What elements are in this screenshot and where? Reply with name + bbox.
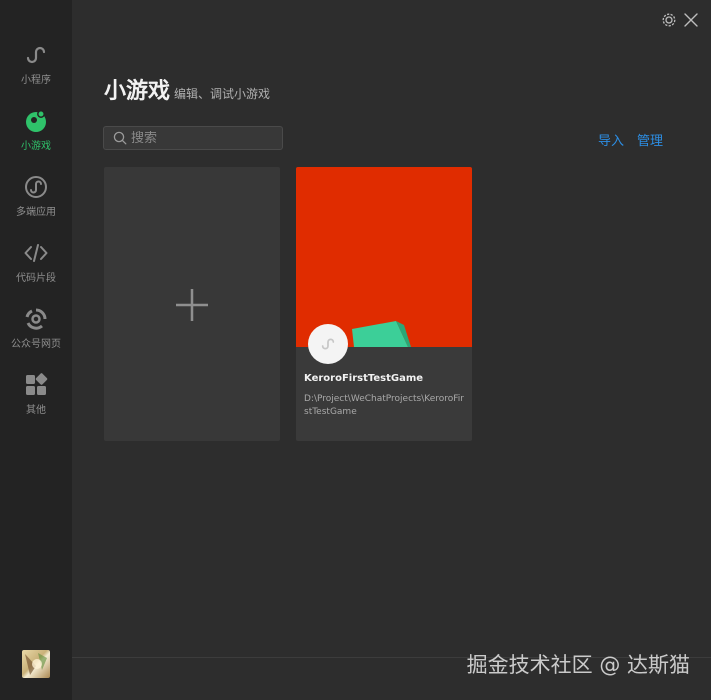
avatar[interactable] [22,650,50,678]
gear-icon[interactable] [660,11,678,29]
mini-program-icon [26,46,46,64]
search-input[interactable] [127,130,271,146]
import-button[interactable]: 导入 [598,130,624,149]
official-account-icon [25,308,47,330]
manage-button[interactable]: 管理 [637,130,663,149]
avatar-image [25,653,47,675]
watermark: 掘金技术社区 @ 达斯猫 [466,653,690,677]
sidebar-item-mini-game[interactable]: 小游戏 [0,109,72,169]
project-name: KeroroFirstTestGame [304,373,424,384]
sidebar: 小程序 小游戏 多端应用 代码片段 公众号网页 其他 [0,0,72,700]
sidebar-item-code-snippet[interactable]: 代码片段 [0,241,72,301]
code-snippet-icon [24,244,48,262]
sidebar-item-mini-program[interactable]: 小程序 [0,43,72,103]
project-logo [308,324,348,364]
other-icon [26,373,48,395]
project-cover [296,167,472,347]
search-box[interactable] [103,126,283,150]
project-card[interactable]: KeroroFirstTestGame D:\Project\WeChatPro… [296,167,472,441]
mini-program-icon [321,338,335,350]
close-icon[interactable] [682,11,700,29]
new-project-card[interactable] [104,167,280,441]
mini-game-icon [26,110,46,132]
cover-graphic [352,321,411,347]
sidebar-item-label: 小程序 [21,75,51,86]
sidebar-item-label: 小游戏 [21,141,51,152]
plus-icon [176,289,208,321]
sidebar-item-multi-platform[interactable]: 多端应用 [0,175,72,235]
sidebar-item-label: 多端应用 [16,207,56,218]
multi-platform-icon [25,176,47,198]
sidebar-item-label: 公众号网页 [11,339,61,350]
sidebar-item-label: 其他 [26,405,46,416]
page-subtitle: 编辑、调试小游戏 [174,87,271,101]
sidebar-item-official-account[interactable]: 公众号网页 [0,307,72,367]
page-title: 小游戏 [104,79,171,104]
sidebar-item-label: 代码片段 [16,273,56,284]
sidebar-item-other[interactable]: 其他 [0,373,72,433]
project-path: D:\Project\WeChatProjects\KeroroFirstTes… [304,394,465,417]
search-icon [113,131,127,145]
page-header: 小游戏 编辑、调试小游戏 [104,73,270,105]
